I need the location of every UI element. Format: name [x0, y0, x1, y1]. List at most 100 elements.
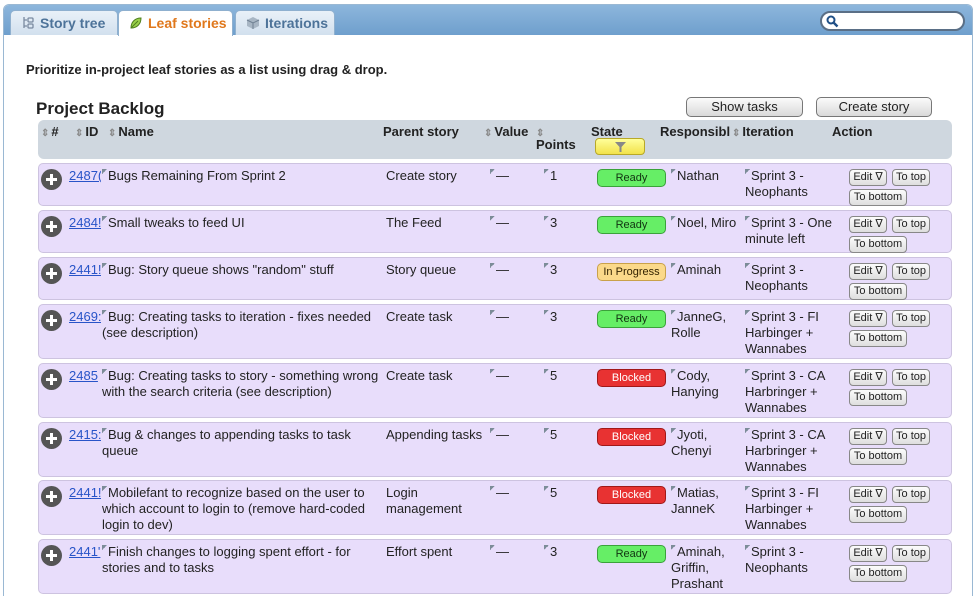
- responsible[interactable]: Jyoti, Chenyi: [671, 427, 743, 459]
- column-id[interactable]: ⇕ ID: [75, 124, 98, 139]
- story-id-link[interactable]: 2441!: [69, 485, 101, 501]
- expand-row-icon[interactable]: [41, 545, 62, 566]
- to-top-button[interactable]: To top: [892, 545, 930, 562]
- table-row[interactable]: 2469: Bug: Creating tasks to iteration - …: [38, 304, 952, 359]
- state-filter-button[interactable]: [595, 138, 645, 155]
- to-top-button[interactable]: To top: [892, 263, 930, 280]
- story-id-link[interactable]: 2484!: [69, 215, 101, 231]
- to-top-button[interactable]: To top: [892, 216, 930, 233]
- to-bottom-button[interactable]: To bottom: [849, 330, 907, 347]
- expand-row-icon[interactable]: [41, 263, 62, 284]
- responsible[interactable]: Aminah: [671, 262, 743, 278]
- story-name[interactable]: Bugs Remaining From Sprint 2: [102, 168, 385, 184]
- to-top-button[interactable]: To top: [892, 310, 930, 327]
- story-id-link[interactable]: 2441!: [69, 262, 101, 278]
- iteration[interactable]: Sprint 3 - FI Harbinger + Wannabes: [745, 309, 840, 357]
- edit-button[interactable]: Edit ∇: [849, 545, 887, 562]
- table-row[interactable]: 2441! Bug: Story queue shows "random" stu…: [38, 257, 952, 300]
- table-row[interactable]: 2415: Bug & changes to appending tasks to…: [38, 422, 952, 477]
- story-value[interactable]: —: [490, 215, 509, 231]
- expand-row-icon[interactable]: [41, 428, 62, 449]
- status-badge[interactable]: Ready: [597, 169, 666, 187]
- responsible[interactable]: Nathan: [671, 168, 743, 184]
- status-badge[interactable]: In Progress: [597, 263, 666, 281]
- to-bottom-button[interactable]: To bottom: [849, 506, 907, 523]
- edit-button[interactable]: Edit ∇: [849, 310, 887, 327]
- story-points[interactable]: 5: [544, 485, 557, 501]
- story-points[interactable]: 5: [544, 368, 557, 384]
- iteration[interactable]: Sprint 3 - Neophants: [745, 544, 840, 576]
- to-bottom-button[interactable]: To bottom: [849, 448, 907, 465]
- expand-row-icon[interactable]: [41, 169, 62, 190]
- story-points[interactable]: 3: [544, 544, 557, 560]
- expand-row-icon[interactable]: [41, 369, 62, 390]
- status-badge[interactable]: Ready: [597, 310, 666, 328]
- responsible[interactable]: Noel, Miro: [671, 215, 743, 231]
- table-row[interactable]: 2487(Bugs Remaining From Sprint 2 Create …: [38, 163, 952, 206]
- table-row[interactable]: 2485 Bug: Creating tasks to story - somet…: [38, 363, 952, 418]
- edit-button[interactable]: Edit ∇: [849, 428, 887, 445]
- column-value[interactable]: ⇕ Value: [484, 124, 528, 139]
- story-value[interactable]: —: [490, 309, 509, 325]
- tab-iterations[interactable]: Iterations: [235, 10, 335, 35]
- iteration[interactable]: Sprint 3 - FI Harbinger + Wannabes: [745, 485, 840, 533]
- story-id-link[interactable]: 2487(: [69, 168, 101, 184]
- story-id-link[interactable]: 2469:: [69, 309, 101, 325]
- to-bottom-button[interactable]: To bottom: [849, 565, 907, 582]
- story-points[interactable]: 3: [544, 215, 557, 231]
- iteration[interactable]: Sprint 3 - CA Harbringer + Wannabes: [745, 427, 840, 475]
- column-rank[interactable]: ⇕ #: [41, 124, 59, 139]
- expand-row-icon[interactable]: [41, 310, 62, 331]
- table-row[interactable]: 2484! Small tweaks to feed UI The Feed — 3 Re…: [38, 210, 952, 253]
- story-id-link[interactable]: 2415:: [69, 427, 101, 443]
- story-points[interactable]: 3: [544, 309, 557, 325]
- edit-button[interactable]: Edit ∇: [849, 369, 887, 386]
- responsible[interactable]: Cody, Hanying: [671, 368, 743, 400]
- expand-row-icon[interactable]: [41, 216, 62, 237]
- edit-button[interactable]: Edit ∇: [849, 486, 887, 503]
- story-name[interactable]: Small tweaks to feed UI: [102, 215, 385, 231]
- story-id-link[interactable]: 2485: [69, 368, 101, 384]
- iteration[interactable]: Sprint 3 - Neophants: [745, 262, 840, 294]
- status-badge[interactable]: Blocked: [597, 486, 666, 504]
- iteration[interactable]: Sprint 3 - CA Harbringer + Wannabes: [745, 368, 840, 416]
- tab-leaf-stories[interactable]: Leaf stories: [118, 10, 233, 36]
- to-top-button[interactable]: To top: [892, 369, 930, 386]
- table-row[interactable]: 2441! Mobilefant to recognize based on th…: [38, 480, 952, 535]
- story-points[interactable]: 1: [544, 168, 557, 184]
- search-input[interactable]: [820, 11, 965, 31]
- edit-button[interactable]: Edit ∇: [849, 216, 887, 233]
- column-name[interactable]: ⇕ Name: [108, 124, 154, 139]
- table-row[interactable]: 2441' Finish changes to logging spent eff…: [38, 539, 952, 594]
- story-value[interactable]: —: [490, 168, 509, 184]
- story-id-link[interactable]: 2441': [69, 544, 101, 560]
- to-bottom-button[interactable]: To bottom: [849, 389, 907, 406]
- story-name[interactable]: Bug: Creating tasks to story - something…: [102, 368, 385, 400]
- status-badge[interactable]: Blocked: [597, 369, 666, 387]
- responsible[interactable]: JanneG, Rolle: [671, 309, 743, 341]
- story-name[interactable]: Bug & changes to appending tasks to task…: [102, 427, 385, 459]
- story-value[interactable]: —: [490, 262, 509, 278]
- show-tasks-button[interactable]: Show tasks: [686, 97, 803, 117]
- to-top-button[interactable]: To top: [892, 486, 930, 503]
- iteration[interactable]: Sprint 3 - One minute left: [745, 215, 840, 247]
- story-value[interactable]: —: [490, 427, 509, 443]
- tab-story-tree[interactable]: Story tree: [10, 10, 118, 35]
- to-top-button[interactable]: To top: [892, 169, 930, 186]
- status-badge[interactable]: Ready: [597, 216, 666, 234]
- create-story-button[interactable]: Create story: [816, 97, 932, 117]
- story-name[interactable]: Finish changes to logging spent effort -…: [102, 544, 385, 576]
- story-name[interactable]: Mobilefant to recognize based on the use…: [102, 485, 385, 533]
- story-points[interactable]: 5: [544, 427, 557, 443]
- responsible[interactable]: Matias, JanneK: [671, 485, 743, 517]
- to-bottom-button[interactable]: To bottom: [849, 236, 907, 253]
- status-badge[interactable]: Ready: [597, 545, 666, 563]
- status-badge[interactable]: Blocked: [597, 428, 666, 446]
- to-bottom-button[interactable]: To bottom: [849, 283, 907, 300]
- iteration[interactable]: Sprint 3 - Neophants: [745, 168, 840, 200]
- story-value[interactable]: —: [490, 485, 509, 501]
- edit-button[interactable]: Edit ∇: [849, 169, 887, 186]
- responsible[interactable]: Aminah, Griffin, Prashant: [671, 544, 743, 592]
- story-name[interactable]: Bug: Story queue shows "random" stuff: [102, 262, 385, 278]
- story-value[interactable]: —: [490, 544, 509, 560]
